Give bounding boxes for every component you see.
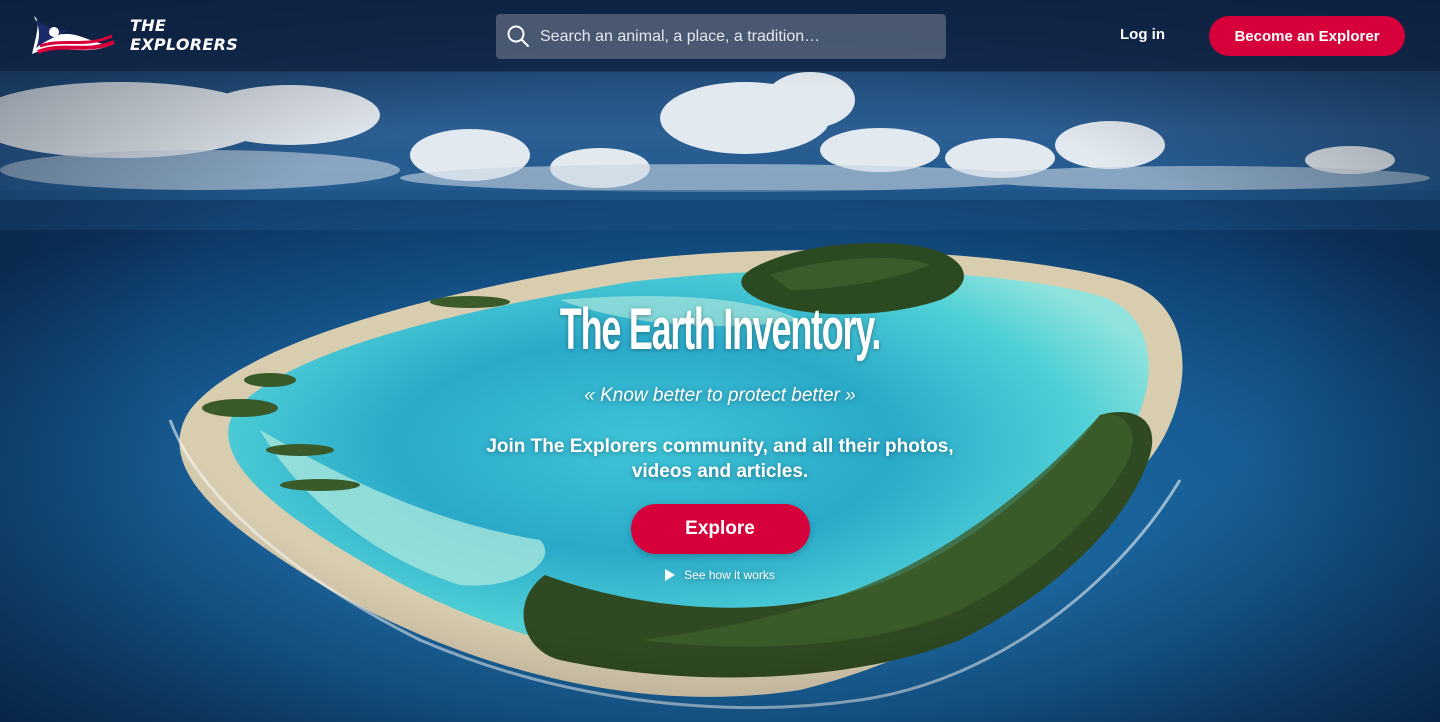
play-icon [665,569,676,581]
see-how-it-works-label: See how it works [684,568,775,582]
search-input[interactable] [540,14,936,59]
home-logo-link[interactable]: THE EXPLORERS [28,12,238,58]
hero-section: The Earth Inventory. « Know better to pr… [0,290,1440,586]
hero-title: The Earth Inventory. [559,297,881,362]
become-explorer-button[interactable]: Become an Explorer [1209,16,1405,56]
flag-wave-logo-icon [32,16,115,54]
search-icon [507,25,529,47]
search-box[interactable] [496,14,946,59]
landing-page: THE EXPLORERS Log in Become an Explorer … [0,0,1440,722]
explore-button[interactable]: Explore [630,504,810,554]
hero-tagline: « Know better to protect better » [584,385,856,406]
brand-name: THE EXPLORERS [130,16,239,54]
login-link[interactable]: Log in [1120,26,1165,43]
top-navbar: THE EXPLORERS Log in Become an Explorer [0,0,1440,72]
hero-description: Join The Explorers community, and all th… [486,436,954,482]
see-how-it-works-link[interactable]: See how it works [665,568,775,582]
